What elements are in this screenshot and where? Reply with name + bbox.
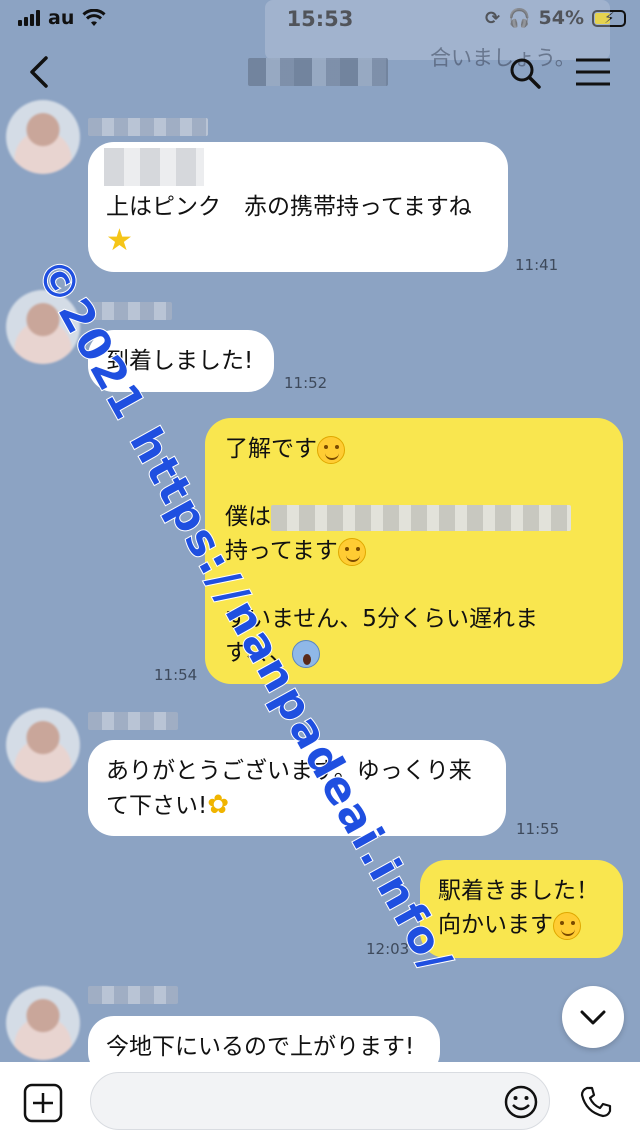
message-text: 僕は <box>225 504 271 530</box>
star-emoji-icon: ★ <box>106 223 133 258</box>
avatar[interactable] <box>6 708 80 782</box>
message-text: て下さい! <box>106 793 208 819</box>
avatar[interactable] <box>6 986 80 1060</box>
search-icon[interactable] <box>506 54 544 92</box>
message-time: 11:41 <box>515 256 559 274</box>
message-text: 駅着きました！ <box>438 878 599 904</box>
message-text: 向かいます <box>438 912 553 938</box>
avatar[interactable] <box>6 100 80 174</box>
scroll-to-bottom-button[interactable] <box>562 986 624 1048</box>
message-input[interactable] <box>90 1072 550 1130</box>
smiley-icon[interactable] <box>503 1084 539 1120</box>
message-time: 11:55 <box>516 820 560 838</box>
message-time: 11:52 <box>284 374 328 392</box>
message-time: 11:54 <box>154 666 198 684</box>
phone-icon[interactable] <box>578 1084 614 1120</box>
flower-emoji-icon: ✿ <box>207 790 230 820</box>
message-text: 上はピンク 赤の携帯持ってますね <box>106 194 472 220</box>
chevron-down-icon <box>580 1010 606 1025</box>
sender-name-redacted <box>88 986 178 1004</box>
sender-name-redacted <box>88 118 208 136</box>
message-text: ありがとうございます。ゆっくり来 <box>106 758 472 784</box>
message-text: 了解です <box>225 436 317 462</box>
redacted-text <box>104 148 204 186</box>
plus-square-icon[interactable] <box>22 1082 64 1124</box>
chat-header <box>0 40 640 106</box>
redacted-text <box>271 504 571 531</box>
message-text: 今地下にいるので上がります! <box>106 1034 415 1060</box>
smile-emoji-icon <box>553 911 581 940</box>
smile-emoji-icon <box>337 537 366 566</box>
chevron-left-icon[interactable] <box>20 50 60 94</box>
hamburger-menu-icon[interactable] <box>574 56 612 88</box>
sender-name-redacted <box>88 712 178 730</box>
smile-emoji-icon <box>317 435 345 464</box>
composer-bar <box>0 1062 640 1138</box>
chat-title-redacted <box>248 58 388 86</box>
